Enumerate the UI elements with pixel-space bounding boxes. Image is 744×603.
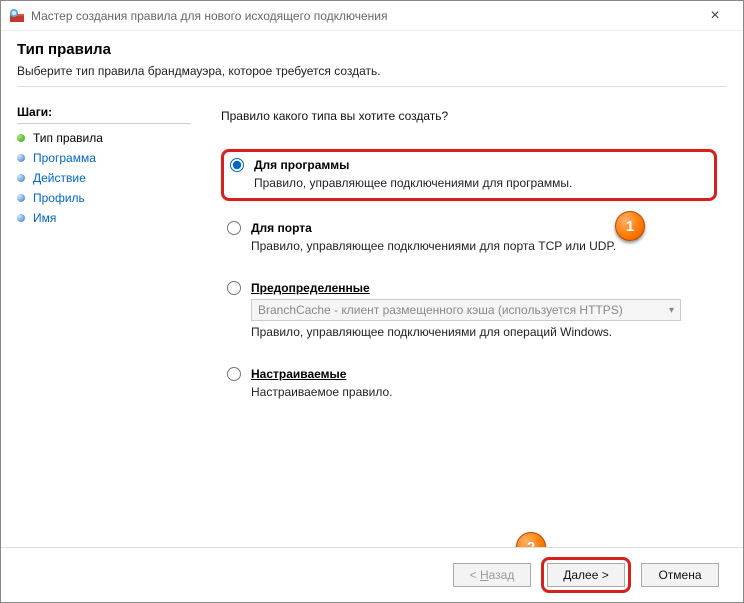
step-rule-type[interactable]: Тип правила: [17, 128, 191, 148]
radio-port[interactable]: [227, 221, 241, 235]
option-label: Настраиваемые: [251, 367, 346, 381]
step-label[interactable]: Имя: [33, 211, 56, 225]
predefined-combo[interactable]: BranchCache - клиент размещенного кэша (…: [251, 299, 681, 321]
titlebar: Мастер создания правила для нового исход…: [1, 1, 743, 31]
close-icon[interactable]: ×: [695, 1, 735, 31]
radio-custom[interactable]: [227, 367, 241, 381]
annotation-1: 1: [615, 211, 645, 241]
divider: [17, 123, 191, 124]
option-desc: Правило, управляющее подключениями для п…: [254, 176, 706, 190]
option-desc: Правило, управляющее подключениями для п…: [251, 239, 709, 253]
step-label[interactable]: Программа: [33, 151, 96, 165]
option-desc: Правило, управляющее подключениями для о…: [251, 325, 709, 339]
step-label: Тип правила: [33, 131, 103, 145]
firewall-icon: [9, 8, 25, 24]
page-subtitle: Выберите тип правила брандмауэра, которо…: [17, 64, 727, 78]
bullet-icon: [17, 214, 25, 222]
chevron-down-icon: ▾: [669, 305, 674, 316]
page-title: Тип правила: [17, 41, 727, 58]
step-name[interactable]: Имя: [17, 208, 191, 228]
bullet-icon: [17, 154, 25, 162]
bullet-icon: [17, 174, 25, 182]
next-label: Д: [563, 568, 571, 582]
step-program[interactable]: Программа: [17, 148, 191, 168]
option-program[interactable]: Для программы Правило, управляющее подкл…: [221, 149, 717, 201]
step-label[interactable]: Профиль: [33, 191, 85, 205]
option-custom[interactable]: Настраиваемые Настраиваемое правило.: [221, 361, 717, 407]
option-label: Для программы: [254, 158, 349, 172]
step-action[interactable]: Действие: [17, 168, 191, 188]
bullet-icon: [17, 134, 25, 142]
option-label: Предопределенные: [251, 281, 370, 295]
back-label: Н: [480, 568, 489, 582]
step-label[interactable]: Действие: [33, 171, 86, 185]
option-desc: Настраиваемое правило.: [251, 385, 709, 399]
steps-sidebar: Шаги: Тип правила Программа Действие Про…: [1, 99, 201, 547]
cancel-button[interactable]: Отмена: [641, 563, 719, 587]
window-title: Мастер создания правила для нового исход…: [31, 9, 695, 23]
footer: < Назад Далее > Отмена: [1, 547, 743, 602]
combo-value: BranchCache - клиент размещенного кэша (…: [258, 303, 623, 317]
back-button: < Назад: [453, 563, 531, 587]
sidebar-title: Шаги:: [17, 105, 191, 119]
option-predefined[interactable]: Предопределенные BranchCache - клиент ра…: [221, 275, 717, 347]
step-profile[interactable]: Профиль: [17, 188, 191, 208]
bullet-icon: [17, 194, 25, 202]
question-text: Правило какого типа вы хотите создать?: [221, 109, 717, 123]
next-highlight: Далее >: [541, 557, 631, 593]
next-button[interactable]: Далее >: [547, 563, 625, 587]
radio-predefined[interactable]: [227, 281, 241, 295]
option-label: Для порта: [251, 221, 312, 235]
header: Тип правила Выберите тип правила брандма…: [1, 31, 743, 93]
divider: [17, 86, 727, 87]
radio-program[interactable]: [230, 158, 244, 172]
main-panel: Правило какого типа вы хотите создать? Д…: [201, 99, 743, 547]
